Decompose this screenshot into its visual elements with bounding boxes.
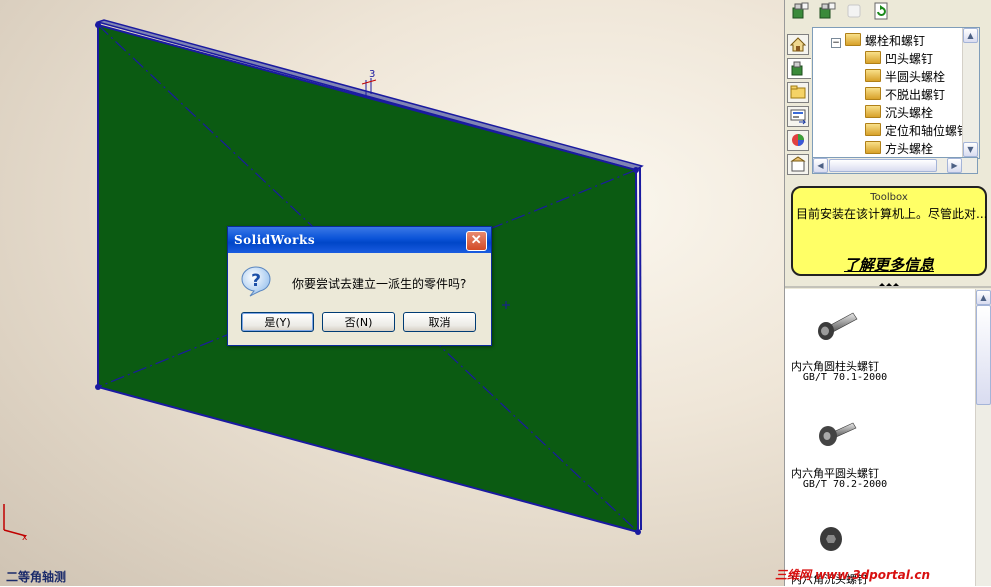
scroll-up-icon[interactable]: ▲ [976, 290, 991, 305]
svg-text:?: ? [251, 271, 261, 291]
toolbox-tree[interactable]: − 螺栓和螺钉 凹头螺钉 半圆头螺栓 不脱出螺钉 沉头螺栓 定位和轴位螺钉 方头… [812, 27, 980, 159]
scroll-thumb[interactable] [829, 159, 937, 172]
scroll-thumb[interactable] [976, 305, 991, 405]
appearance-icon[interactable] [787, 130, 809, 151]
parts-vertical-scrollbar[interactable]: ▲ [975, 289, 991, 586]
close-icon[interactable]: ✕ [466, 231, 487, 251]
folder-icon [865, 87, 881, 100]
custom-properties-icon[interactable] [787, 154, 809, 175]
folder-icon [865, 105, 881, 118]
add-bolt-icon[interactable] [791, 2, 809, 20]
info-text: 目前安装在该计算机上。尽管此对... [796, 207, 986, 221]
refresh-icon[interactable] [872, 2, 890, 20]
vertex-point [95, 22, 101, 28]
parts-list[interactable]: 内六角圆柱头螺钉 GB/T 70.1-2000 内六角平圆头螺钉 GB/T 70… [785, 289, 991, 587]
folder-icon [865, 69, 881, 82]
dialog-message: 你要尝试去建立一派生的零件吗? [292, 277, 467, 291]
home-icon[interactable] [787, 34, 809, 55]
folder-icon[interactable] [787, 82, 809, 103]
toolbox-info-box: Toolbox 目前安装在该计算机上。尽管此对... 了解更多信息 [791, 186, 987, 276]
add-screw-icon[interactable] [818, 2, 836, 20]
tree-item-bolts-screws[interactable]: 螺栓和螺钉 [845, 32, 925, 50]
tree-item[interactable]: 半圆头螺栓 [865, 68, 945, 86]
yes-button[interactable]: 是(Y) [241, 312, 314, 332]
scroll-right-icon[interactable]: ▶ [947, 158, 962, 173]
tree-item[interactable]: 凹头螺钉 [865, 50, 933, 68]
tree-horizontal-scrollbar[interactable]: ◀ ▶ [812, 157, 978, 174]
button-head-screw-icon [819, 422, 857, 446]
blank-icon[interactable] [845, 2, 863, 20]
palette-icon[interactable] [787, 106, 809, 127]
socket-head-cap-screw-icon [818, 312, 858, 340]
tree-item[interactable]: 不脱出螺钉 [865, 86, 945, 104]
dimension-label: 3 [369, 69, 375, 80]
task-pane: − 螺栓和螺钉 凹头螺钉 半圆头螺栓 不脱出螺钉 沉头螺栓 定位和轴位螺钉 方头… [784, 0, 991, 587]
part-standard: GB/T 70.2-2000 [802, 479, 888, 490]
learn-more-link[interactable]: 了解更多信息 [793, 254, 985, 275]
axis-triad-icon: x [3, 504, 28, 543]
vertex-point [95, 384, 101, 390]
info-title: Toolbox [870, 192, 908, 203]
derived-part-dialog: SolidWorks ✕ ? 你要尝试去建立一派生的零件吗? 是(Y) 否(N)… [227, 226, 492, 346]
vertex-point [635, 529, 641, 535]
vertex-point [633, 167, 639, 173]
view-orientation-label: 二等角轴测 [6, 570, 67, 584]
svg-text:x: x [22, 533, 28, 543]
tree-item[interactable]: 方头螺栓 [865, 140, 933, 158]
folder-icon [845, 33, 861, 46]
collapse-icon[interactable]: − [831, 38, 841, 48]
tree-item[interactable]: 沉头螺栓 [865, 104, 933, 122]
tree-vertical-scrollbar[interactable]: ▲ ▼ [962, 28, 979, 158]
scroll-left-icon[interactable]: ◀ [813, 158, 828, 173]
dialog-titlebar[interactable]: SolidWorks ✕ [228, 227, 491, 253]
countersunk-screw-icon [820, 527, 842, 551]
tree-item[interactable]: 定位和轴位螺钉 [865, 122, 969, 140]
dialog-title: SolidWorks [234, 233, 316, 247]
question-icon: ? [241, 266, 271, 297]
no-button[interactable]: 否(N) [322, 312, 395, 332]
scroll-down-icon[interactable]: ▼ [963, 142, 978, 157]
toolbox-icon[interactable] [787, 58, 811, 79]
cancel-button[interactable]: 取消 [403, 312, 476, 332]
pane-splitter[interactable] [785, 282, 991, 288]
folder-icon [865, 51, 881, 64]
folder-icon [865, 141, 881, 154]
folder-icon [865, 123, 881, 136]
watermark: 三维网 www.3dportal.cn [775, 568, 931, 582]
scroll-up-icon[interactable]: ▲ [963, 28, 978, 43]
part-standard: GB/T 70.1-2000 [802, 372, 888, 383]
design-library-toolbar [785, 0, 991, 22]
